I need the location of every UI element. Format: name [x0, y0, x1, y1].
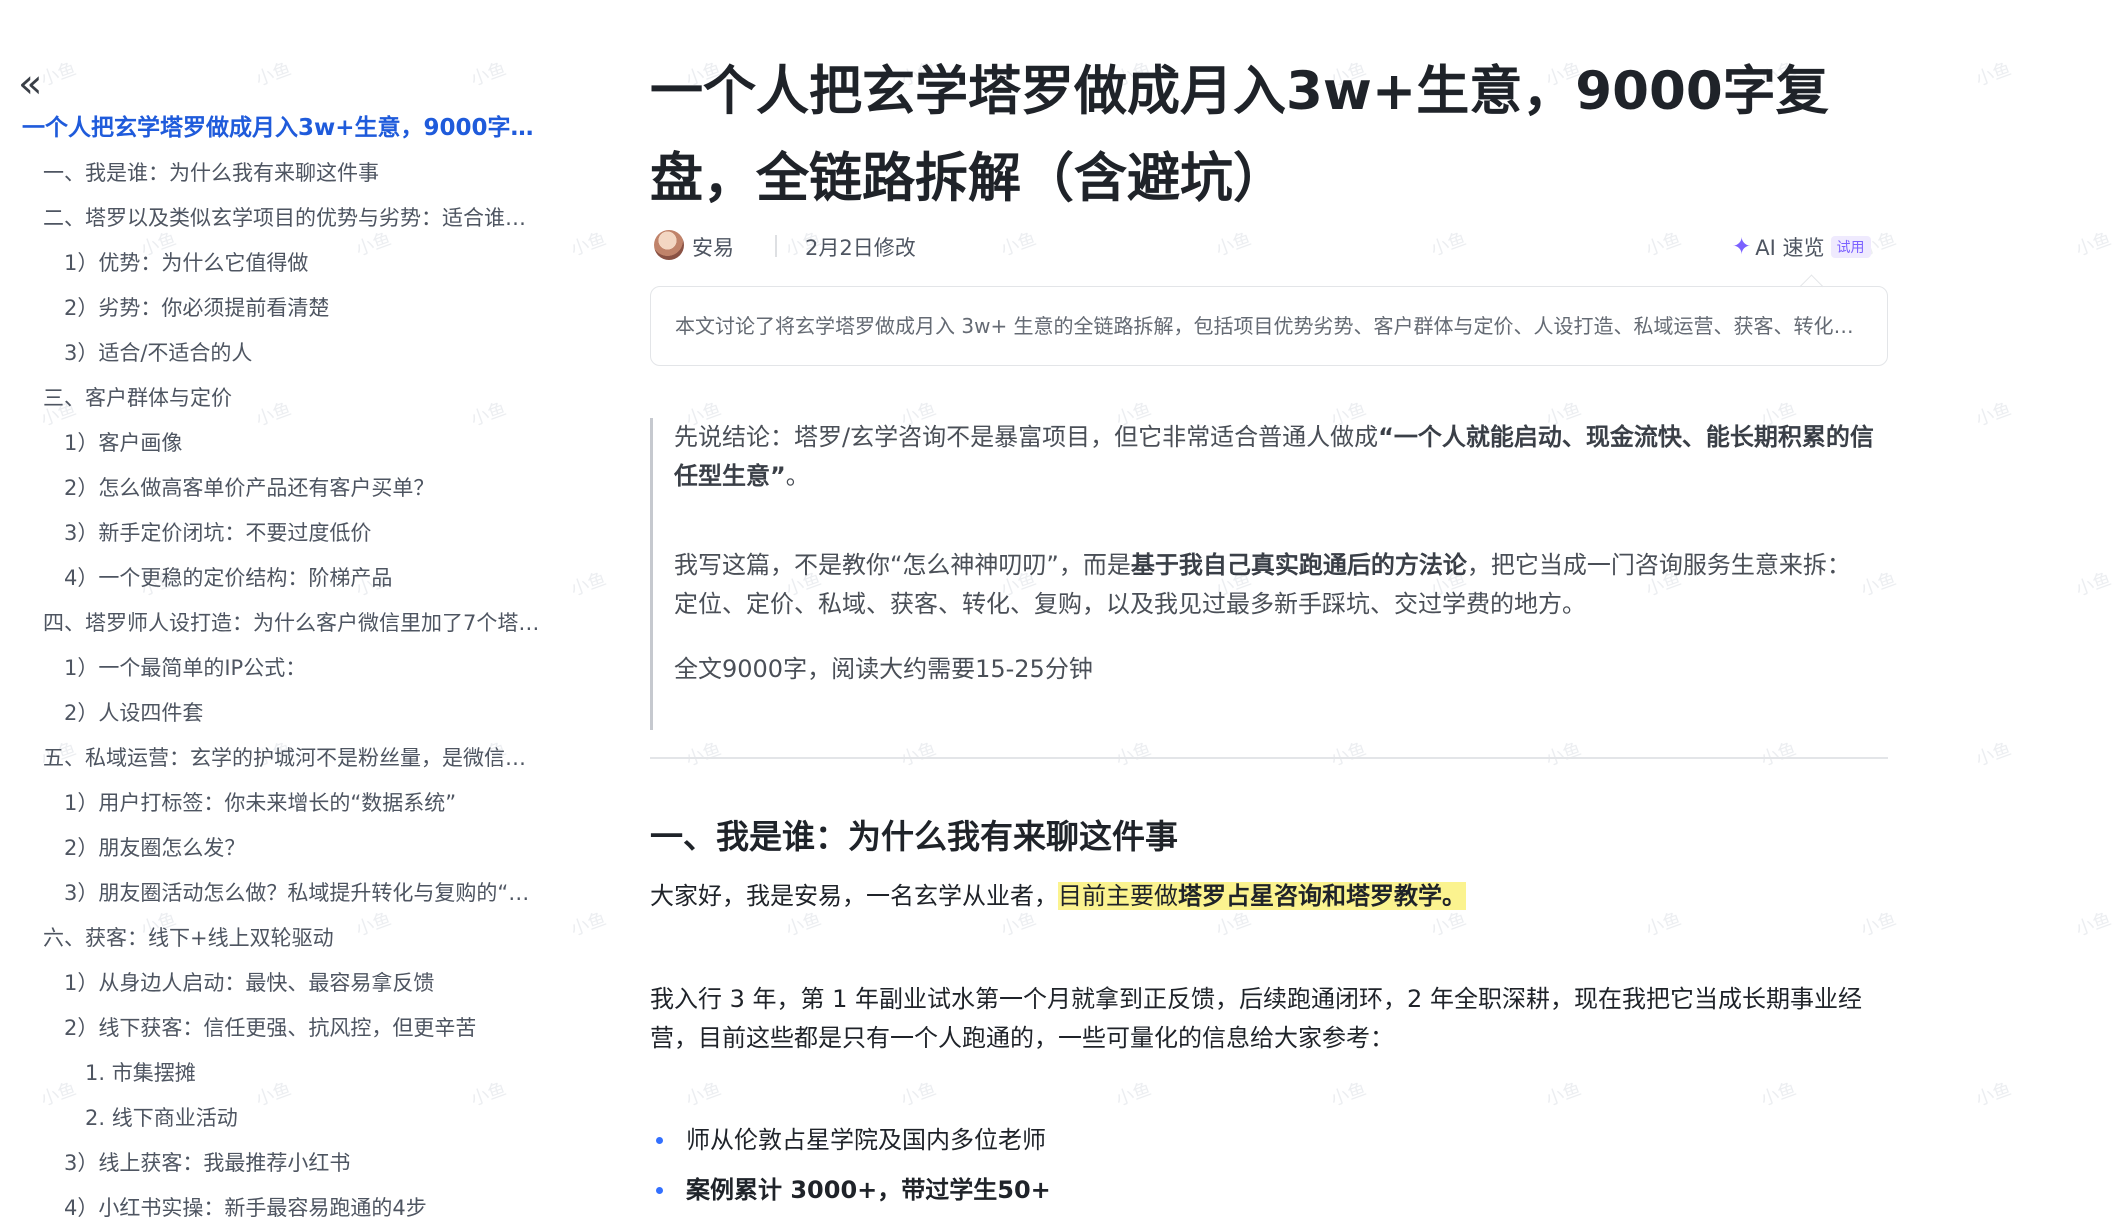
watermark-text: 小鱼: [1973, 58, 2015, 91]
outline-item[interactable]: 3）适合/不适合的人: [0, 331, 544, 376]
watermark-text: 小鱼: [1758, 738, 1800, 771]
outline-item[interactable]: 六、获客：线下+线上双轮驱动: [0, 916, 543, 961]
watermark-text: 小鱼: [1113, 1078, 1155, 1111]
watermark-text: 小鱼: [1328, 1078, 1370, 1111]
sparkle-icon: ✦: [1732, 234, 1752, 260]
ai-summary-button[interactable]: ✦ AI 速览 试用: [1732, 232, 1871, 262]
watermark-text: 小鱼: [2073, 908, 2115, 941]
outline-item[interactable]: 4）一个更稳的定价结构：阶梯产品: [0, 556, 544, 601]
page-title: 一个人把玄学塔罗做成月入3w+生意，9000字复盘，全链路拆解（含避坑）: [650, 61, 1829, 209]
highlighted-text: 目前主要做塔罗占星咨询和塔罗教学。: [1058, 882, 1466, 910]
watermark-text: 小鱼: [683, 1078, 725, 1111]
quote-paragraph-3: 全文9000字，阅读大约需要15-25分钟: [674, 655, 1093, 683]
bullet-list: 师从伦敦占星学院及国内多位老师 案例累计 3000+，带过学生50+: [650, 1115, 1890, 1215]
watermark-text: 小鱼: [2073, 568, 2115, 601]
ai-summary-label: AI 速览: [1755, 236, 1825, 260]
watermark-text: 小鱼: [1758, 1078, 1800, 1111]
outline-item[interactable]: 2）人设四件套: [0, 691, 544, 736]
outline-item[interactable]: 1）客户画像: [0, 421, 544, 466]
outline-item[interactable]: 一、我是谁：为什么我有来聊这件事: [0, 151, 543, 196]
watermark-text: 小鱼: [898, 738, 940, 771]
watermark-text: 小鱼: [1543, 738, 1585, 771]
outline-item[interactable]: 3）线上获客：我最推荐小红书: [0, 1141, 544, 1186]
outline-item[interactable]: 1）优势：为什么它值得做: [0, 241, 544, 286]
outline-item[interactable]: 四、塔罗师人设打造：为什么客户微信里加了7个塔罗师，最后只找你: [0, 601, 543, 646]
outline-item[interactable]: 2）怎么做高客单价产品还有客户买单？: [0, 466, 544, 511]
modified-time: 2月2日修改: [805, 236, 916, 260]
list-item: 案例累计 3000+，带过学生50+: [650, 1165, 1890, 1215]
outline-item[interactable]: 1）从身边人启动：最快、最容易拿反馈: [0, 961, 544, 1006]
outline-item[interactable]: 2）线下获客：信任更强、抗风控，但更辛苦: [0, 1006, 544, 1051]
section-divider: [650, 757, 1888, 759]
trial-badge: 试用: [1830, 236, 1871, 258]
meta-divider: [775, 235, 777, 257]
ai-summary-box[interactable]: 本文讨论了将玄学塔罗做成月入 3w+ 生意的全链路拆解，包括项目优势劣势、客户群…: [650, 286, 1888, 366]
quote-paragraph-2: 我写这篇，不是教你“怎么神神叨叨”，而是基于我自己真实跑通后的方法论，把它当成一…: [674, 551, 1851, 618]
outline-item[interactable]: 三、客户群体与定价: [0, 376, 543, 421]
outline-item[interactable]: 五、私域运营：玄学的护城河不是粉丝量，是微信里的信任: [0, 736, 543, 781]
watermark-text: 小鱼: [1113, 738, 1155, 771]
outline-item[interactable]: 4）小红书实操：新手最容易跑通的4步: [0, 1186, 544, 1231]
section-heading: 一、我是谁：为什么我有来聊这件事: [650, 817, 1178, 856]
experience-paragraph: 我入行 3 年，第 1 年副业试水第一个月就拿到正反馈，后续跑通闭环，2 年全职…: [650, 985, 1862, 1052]
watermark-text: 小鱼: [1973, 398, 2015, 431]
watermark-text: 小鱼: [898, 1078, 940, 1111]
outline-item-active[interactable]: 一个人把玄学塔罗做成月入3w+生意，9000字复盘，全链路拆解（含避坑）: [0, 106, 552, 151]
outline-item[interactable]: 3）新手定价闭坑：不要过度低价: [0, 511, 544, 556]
doc-meta: 安易 2月2日修改 ✦ AI 速览 试用: [650, 226, 1890, 266]
outline-sidebar: « 一个人把玄学塔罗做成月入3w+生意，9000字复盘，全链路拆解（含避坑）一、…: [0, 0, 600, 1220]
outline-item[interactable]: 二、塔罗以及类似玄学项目的优势与劣势：适合谁做，不适合谁做: [0, 196, 543, 241]
watermark-text: 小鱼: [1973, 1078, 2015, 1111]
watermark-text: 小鱼: [1543, 1078, 1585, 1111]
watermark-text: 小鱼: [2073, 228, 2115, 261]
watermark-text: 小鱼: [1973, 738, 2015, 771]
quote-block: 先说结论：塔罗/玄学咨询不是暴富项目，但它非常适合普通人做成“一个人就能启动、现…: [650, 418, 1888, 730]
quote-paragraph-1: 先说结论：塔罗/玄学咨询不是暴富项目，但它非常适合普通人做成“一个人就能启动、现…: [674, 423, 1874, 490]
watermark-text: 小鱼: [1328, 738, 1370, 771]
outline-item[interactable]: 2. 线下商业活动: [0, 1096, 545, 1141]
outline-item[interactable]: 2）朋友圈怎么发？: [0, 826, 544, 871]
collapse-outline-icon[interactable]: «: [18, 64, 58, 104]
watermark-text: 小鱼: [683, 738, 725, 771]
outline-item[interactable]: 1）用户打标签：你未来增长的“数据系统”: [0, 781, 544, 826]
outline-item[interactable]: 1）一个最简单的IP公式：: [0, 646, 544, 691]
intro-paragraph: 大家好，我是安易，一名玄学从业者，目前主要做塔罗占星咨询和塔罗教学。: [650, 882, 1466, 910]
author-name[interactable]: 安易: [692, 232, 734, 262]
author-avatar[interactable]: [654, 230, 684, 260]
outline-list: 一个人把玄学塔罗做成月入3w+生意，9000字复盘，全链路拆解（含避坑）一、我是…: [0, 106, 600, 1231]
outline-item[interactable]: 3）朋友圈活动怎么做？私域提升转化与复购的“杠杆”: [0, 871, 544, 916]
outline-item[interactable]: 1. 市集摆摊: [0, 1051, 545, 1096]
outline-item[interactable]: 2）劣势：你必须提前看清楚: [0, 286, 544, 331]
list-item: 师从伦敦占星学院及国内多位老师: [650, 1115, 1890, 1165]
